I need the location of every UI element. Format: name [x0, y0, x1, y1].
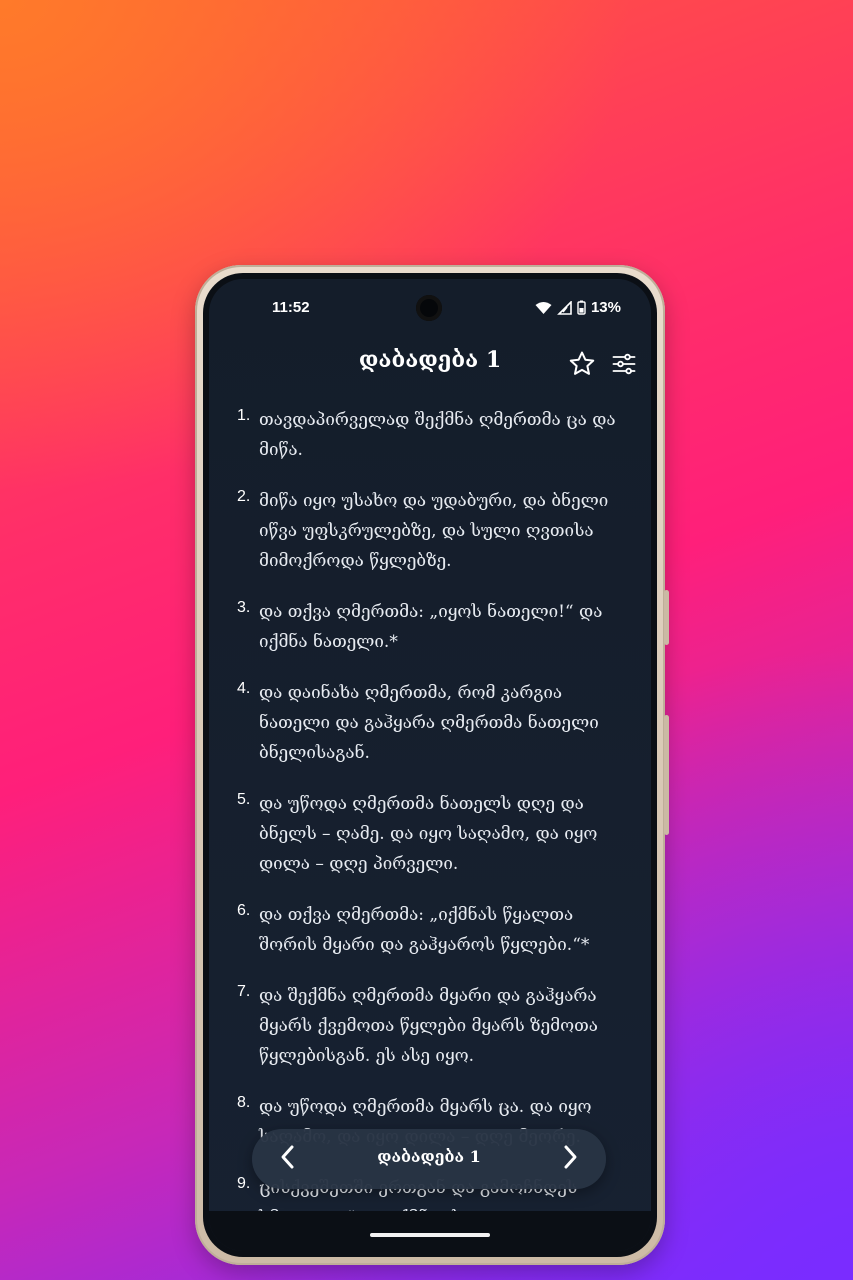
volume-button — [664, 590, 669, 645]
verse-item[interactable]: 6. და თქვა ღმერთმა: „იქმნას წყალთა შორის… — [237, 900, 629, 960]
settings-sliders-icon — [610, 350, 638, 382]
phone-bezel: 11:52 13% დაბადება 1 1. თავდაპირველად შე… — [203, 273, 657, 1257]
battery-icon — [577, 300, 586, 315]
chapter-navigation-bar: დაბადება 1 — [252, 1129, 606, 1189]
verse-item[interactable]: 7. და შექმნა ღმერთმა მყარი და გაჰყარა მყ… — [237, 981, 629, 1071]
status-bar: 11:52 13% — [209, 297, 651, 321]
chevron-right-icon — [559, 1143, 581, 1175]
next-chapter-button[interactable] — [552, 1141, 588, 1177]
verse-number: 2. — [237, 488, 251, 505]
power-button — [664, 715, 669, 835]
signal-icon — [557, 300, 572, 315]
verse-text: და თქვა ღმერთმა: „იყოს ნათელი!“ და იქმნა… — [259, 602, 603, 652]
settings-button[interactable] — [607, 349, 641, 383]
title-bar: დაბადება 1 — [209, 337, 651, 387]
verse-item[interactable]: 4. და დაინახა ღმერთმა, რომ კარგია ნათელი… — [237, 678, 629, 768]
app-screen: 11:52 13% დაბადება 1 1. თავდაპირველად შე… — [209, 279, 651, 1251]
verse-text: თავდაპირველად შექმნა ღმერთმა ცა და მიწა. — [259, 410, 616, 460]
verse-number: 4. — [237, 680, 251, 697]
status-time: 11:52 — [272, 299, 310, 316]
verse-number: 6. — [237, 902, 251, 919]
star-icon — [567, 349, 597, 383]
home-indicator[interactable] — [370, 1233, 490, 1237]
verse-item[interactable]: 2. მიწა იყო უსახო და უდაბური, და ბნელი ი… — [237, 486, 629, 576]
favorite-button[interactable] — [565, 349, 599, 383]
wifi-icon — [535, 301, 552, 315]
status-icons: 13% — [535, 299, 621, 316]
verse-text: მიწა იყო უსახო და უდაბური, და ბნელი იწვა… — [259, 491, 609, 571]
verse-list: 1. თავდაპირველად შექმნა ღმერთმა ცა და მი… — [237, 405, 629, 1251]
gesture-navigation-area — [209, 1211, 651, 1251]
verse-number: 3. — [237, 599, 251, 616]
verse-number: 7. — [237, 983, 251, 1000]
verse-number: 1. — [237, 407, 251, 424]
verse-text: და უწოდა ღმერთმა ნათელს დღე და ბნელს – ღ… — [259, 794, 598, 874]
battery-percent: 13% — [590, 299, 621, 316]
verse-item[interactable]: 1. თავდაპირველად შექმნა ღმერთმა ცა და მი… — [237, 405, 629, 465]
verse-number: 5. — [237, 791, 251, 808]
verse-item[interactable]: 5. და უწოდა ღმერთმა ნათელს დღე და ბნელს … — [237, 789, 629, 879]
verse-text: და შექმნა ღმერთმა მყარი და გაჰყარა მყარს… — [259, 986, 598, 1066]
verse-text: და თქვა ღმერთმა: „იქმნას წყალთა შორის მყ… — [259, 905, 590, 955]
verse-item[interactable]: 3. და თქვა ღმერთმა: „იყოს ნათელი!“ და იქ… — [237, 597, 629, 657]
verse-text: და დაინახა ღმერთმა, რომ კარგია ნათელი და… — [259, 683, 599, 763]
phone-frame: 11:52 13% დაბადება 1 1. თავდაპირველად შე… — [195, 265, 669, 1265]
